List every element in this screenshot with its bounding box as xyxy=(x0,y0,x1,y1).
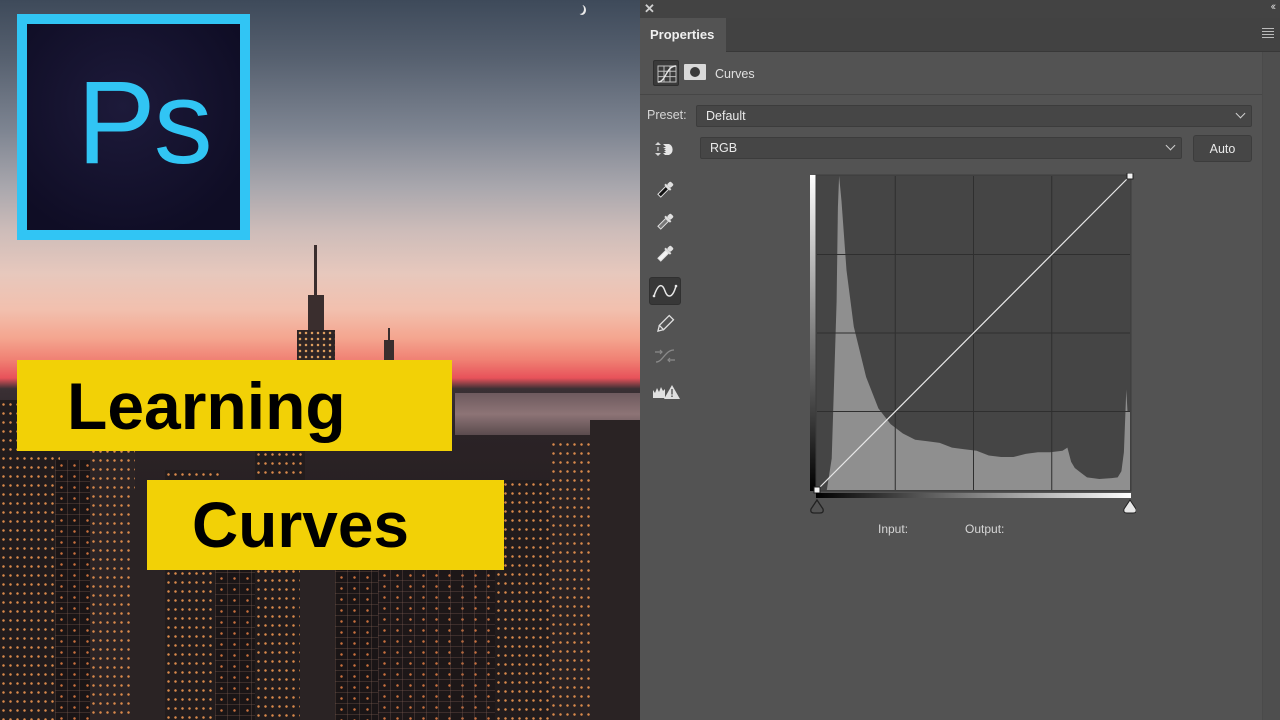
gray-point-eyedropper-icon[interactable] xyxy=(650,209,680,235)
thumbnail-photo: Ps Learning Curves xyxy=(0,0,640,720)
white-point-eyedropper-icon[interactable] xyxy=(650,241,680,267)
black-point-eyedropper-icon[interactable] xyxy=(650,177,680,203)
preset-dropdown[interactable]: Default xyxy=(696,105,1252,127)
chevron-down-icon xyxy=(1235,108,1246,119)
hamburger-menu-icon[interactable] xyxy=(1262,28,1274,38)
output-label: Output: xyxy=(965,522,1005,536)
black-point-slider[interactable] xyxy=(810,498,824,514)
photoshop-logo: Ps xyxy=(17,14,250,240)
clipping-warning-icon[interactable] xyxy=(649,379,683,405)
title-banner-curves: Curves xyxy=(147,480,504,570)
panel-tab-bar: Properties xyxy=(640,18,1280,52)
channel-value: RGB xyxy=(710,141,738,155)
edit-points-curve-icon[interactable] xyxy=(649,277,681,305)
photoshop-logo-text: Ps xyxy=(77,57,213,189)
panel-title-bar: ✕ ‹‹ xyxy=(640,0,1280,18)
curve-control-point[interactable] xyxy=(813,486,821,494)
chevron-down-icon xyxy=(1165,140,1176,151)
properties-panel: ✕ ‹‹ Properties Curves Preset: Default R… xyxy=(640,0,1280,720)
adjustment-header: Curves xyxy=(640,53,1280,95)
adjustment-label: Curves xyxy=(715,67,755,81)
preset-label: Preset: xyxy=(647,108,687,122)
close-icon[interactable]: ✕ xyxy=(644,1,655,17)
title-line-1: Learning xyxy=(67,368,346,443)
layer-mask-icon[interactable] xyxy=(684,64,706,80)
empire-state-building xyxy=(295,245,337,375)
moon xyxy=(576,4,584,14)
target-adjustment-icon[interactable] xyxy=(652,139,678,159)
draw-pencil-icon[interactable] xyxy=(650,311,680,337)
input-label: Input: xyxy=(878,522,909,536)
title-line-2: Curves xyxy=(192,489,409,561)
double-chevron-left-icon[interactable]: ‹‹ xyxy=(1271,1,1277,13)
channel-dropdown[interactable]: RGB xyxy=(700,137,1182,159)
curves-graph[interactable] xyxy=(808,173,1136,518)
white-point-slider[interactable] xyxy=(1123,499,1136,514)
panel-scrollbar-gutter[interactable] xyxy=(1262,52,1280,720)
title-banner-learning: Learning xyxy=(17,360,452,451)
output-gradient-bar xyxy=(810,175,816,491)
smooth-curve-icon[interactable] xyxy=(650,343,680,369)
curves-adjustment-icon[interactable] xyxy=(653,60,679,86)
curve-control-point[interactable] xyxy=(1126,173,1134,180)
auto-button[interactable]: Auto xyxy=(1193,135,1252,162)
input-gradient-bar xyxy=(816,493,1131,498)
preset-value: Default xyxy=(706,109,746,123)
tab-properties[interactable]: Properties xyxy=(640,18,726,52)
